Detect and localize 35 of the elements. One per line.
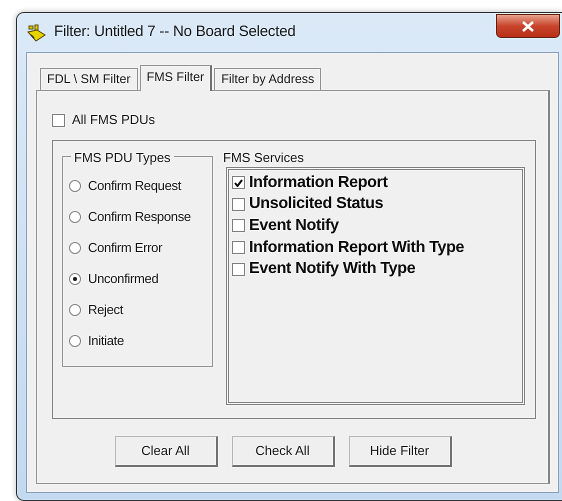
tab[interactable]: FDL \ SM Filter xyxy=(40,68,138,90)
radio-label: Confirm Response xyxy=(88,208,191,226)
services-label: FMS Services xyxy=(223,149,305,167)
radio-label: Reject xyxy=(88,300,124,319)
tab[interactable]: Filter by Address xyxy=(214,68,322,90)
window-title: Filter: Untitled 7 -- No Board Selected xyxy=(54,22,296,42)
checkbox[interactable] xyxy=(232,241,245,254)
push-button[interactable]: Check All xyxy=(232,436,334,467)
radio-label: Confirm Request xyxy=(88,176,182,195)
radio-label: Unconfirmed xyxy=(88,270,158,288)
radio-button[interactable] xyxy=(69,272,81,284)
tab[interactable]: FMS Filter xyxy=(140,65,212,91)
list-item-label: Information Report With Type xyxy=(249,238,464,258)
radio-button[interactable] xyxy=(69,242,81,254)
checkbox[interactable] xyxy=(232,198,245,211)
close-icon xyxy=(522,20,534,32)
list-item-label: Unsolicited Status xyxy=(249,194,384,214)
checkbox-label: All FMS PDUs xyxy=(72,111,156,130)
push-button[interactable]: Hide Filter xyxy=(348,436,452,467)
push-button[interactable]: Clear All xyxy=(114,436,218,467)
checkbox[interactable] xyxy=(52,114,65,126)
checkbox[interactable] xyxy=(232,176,245,190)
radio-label: Initiate xyxy=(88,332,124,350)
filter-app-icon xyxy=(26,22,48,42)
checkbox[interactable] xyxy=(232,262,245,276)
checkbox[interactable] xyxy=(232,219,245,232)
list-item-label: Event Notify With Type xyxy=(249,259,416,280)
list-item-label: Event Notify xyxy=(249,216,339,236)
radio-label: Confirm Error xyxy=(88,238,162,257)
radio-button[interactable] xyxy=(69,304,81,316)
radio-button[interactable] xyxy=(69,334,81,346)
list-item-label: Information Report xyxy=(249,172,388,193)
radio-button[interactable] xyxy=(69,180,81,192)
radio-button[interactable] xyxy=(69,210,81,222)
close-button[interactable] xyxy=(496,14,560,38)
